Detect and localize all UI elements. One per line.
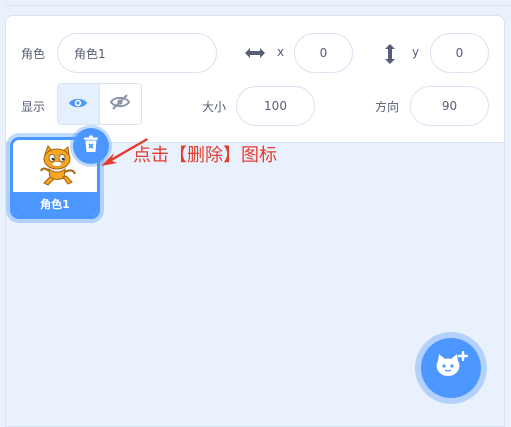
sprite-thumbnail-cat <box>35 144 79 188</box>
top-strip <box>5 0 511 6</box>
show-label: 显示 <box>21 100 46 114</box>
size-label: 大小 <box>202 100 227 114</box>
x-input[interactable]: 0 <box>294 33 353 73</box>
eye-slash-icon <box>110 93 131 115</box>
sprite-tile-name: 角色1 <box>13 192 97 216</box>
add-sprite-button[interactable] <box>421 338 481 398</box>
horizontal-arrows-icon <box>244 43 266 63</box>
sprite-name-input[interactable]: 角色1 <box>57 33 217 73</box>
sprite-label: 角色 <box>21 47 46 61</box>
x-label: x <box>277 45 285 59</box>
trash-icon <box>83 135 99 157</box>
cat-plus-icon <box>434 350 469 385</box>
direction-label: 方向 <box>375 100 400 114</box>
vertical-arrows-icon <box>383 42 397 66</box>
annotation-text: 点击【删除】图标 <box>133 145 277 166</box>
hide-button[interactable] <box>99 84 141 124</box>
y-input[interactable]: 0 <box>430 33 489 73</box>
sprite-info-panel: 角色 角色1 x 0 y 0 显示 大小 100 方向 90 <box>6 16 504 143</box>
direction-input[interactable]: 90 <box>410 86 489 126</box>
show-button[interactable] <box>58 84 100 124</box>
visibility-toggle-group <box>57 83 142 125</box>
eye-icon <box>68 95 88 114</box>
size-input[interactable]: 100 <box>236 86 315 126</box>
y-label: y <box>412 45 420 59</box>
